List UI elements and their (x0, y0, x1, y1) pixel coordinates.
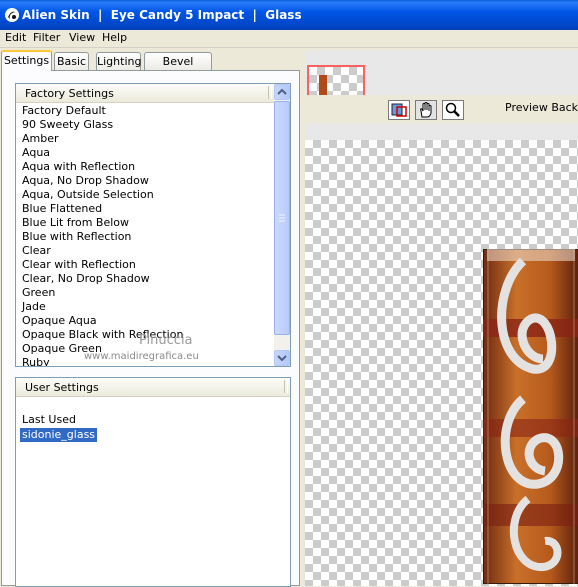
factory-setting-item[interactable]: Aqua (22, 146, 50, 160)
scroll-down-button[interactable] (274, 350, 290, 366)
navigator-button[interactable] (388, 100, 410, 120)
preview-canvas[interactable] (305, 140, 578, 586)
tab-bevel-profile[interactable]: Bevel Profile (144, 52, 212, 85)
factory-setting-item[interactable]: 90 Sweety Glass (22, 118, 113, 132)
eye-candy-app-icon (5, 8, 19, 22)
factory-list-scrollbar[interactable] (274, 84, 290, 366)
user-settings-header: User Settings (16, 378, 290, 397)
scroll-thumb[interactable] (274, 101, 290, 335)
factory-setting-item[interactable]: Jade (22, 300, 46, 314)
factory-setting-item[interactable]: Blue Lit from Below (22, 216, 129, 230)
menu-bar: Edit Filter View Help (0, 30, 578, 48)
menu-filter[interactable]: Filter (33, 31, 60, 44)
factory-setting-item[interactable]: Green (22, 286, 55, 300)
factory-setting-item[interactable]: Blue with Reflection (22, 230, 131, 244)
zoom-tool-button[interactable] (442, 100, 464, 120)
menu-help[interactable]: Help (102, 31, 127, 44)
grip-icon (279, 214, 285, 222)
factory-setting-item[interactable]: Amber (22, 132, 59, 146)
factory-settings-header: Factory Settings (16, 84, 290, 103)
scroll-up-button[interactable] (274, 84, 290, 100)
chevron-up-icon (277, 88, 287, 95)
tab-settings[interactable]: Settings (1, 50, 52, 71)
user-setting-last-used[interactable]: Last Used (22, 413, 76, 427)
user-setting-sidonie-glass[interactable]: sidonie_glass (20, 428, 98, 442)
factory-setting-item[interactable]: Clear, No Drop Shadow (22, 272, 150, 286)
preview-pane: Preview Backg (305, 50, 578, 586)
watermark-name: Pinuccia (139, 333, 193, 348)
factory-setting-item[interactable]: Factory Default (22, 104, 106, 118)
glass-artwork-preview (483, 249, 578, 584)
tab-lighting[interactable]: Lighting (96, 52, 141, 70)
tab-basic[interactable]: Basic (54, 52, 89, 70)
watermark-url: www.maidiregrafica.eu (84, 351, 199, 362)
factory-settings-list[interactable]: Factory Settings Factory Default 90 Sweet… (15, 83, 291, 367)
hand-pan-icon (420, 102, 432, 118)
zoom-magnifier-icon (445, 102, 460, 117)
factory-setting-item[interactable]: Aqua with Reflection (22, 160, 135, 174)
settings-panel: Factory Settings Factory Default 90 Sweet… (1, 70, 300, 587)
factory-setting-item[interactable]: Blue Flattened (22, 202, 102, 216)
preview-toolbar: Preview Backg (305, 95, 578, 123)
factory-setting-item[interactable]: Aqua, Outside Selection (22, 188, 154, 202)
title-bar: Alien Skin | Eye Candy 5 Impact | Glass (0, 0, 578, 30)
window-title: Alien Skin | Eye Candy 5 Impact | Glass (22, 8, 302, 22)
factory-setting-item[interactable]: Clear (22, 244, 51, 258)
menu-view[interactable]: View (69, 31, 95, 44)
chevron-down-icon (277, 355, 287, 362)
preview-background-label[interactable]: Preview Backg (505, 101, 578, 114)
factory-setting-item[interactable]: Aqua, No Drop Shadow (22, 174, 149, 188)
factory-setting-item[interactable]: Ruby (22, 356, 50, 366)
factory-setting-item[interactable]: Clear with Reflection (22, 258, 136, 272)
factory-setting-item[interactable]: Opaque Aqua (22, 314, 97, 328)
hand-tool-button[interactable] (415, 100, 437, 120)
user-settings-list[interactable]: User Settings Last Used sidonie_glass (15, 377, 291, 587)
navigator-icon (391, 103, 407, 117)
menu-edit[interactable]: Edit (5, 31, 26, 44)
